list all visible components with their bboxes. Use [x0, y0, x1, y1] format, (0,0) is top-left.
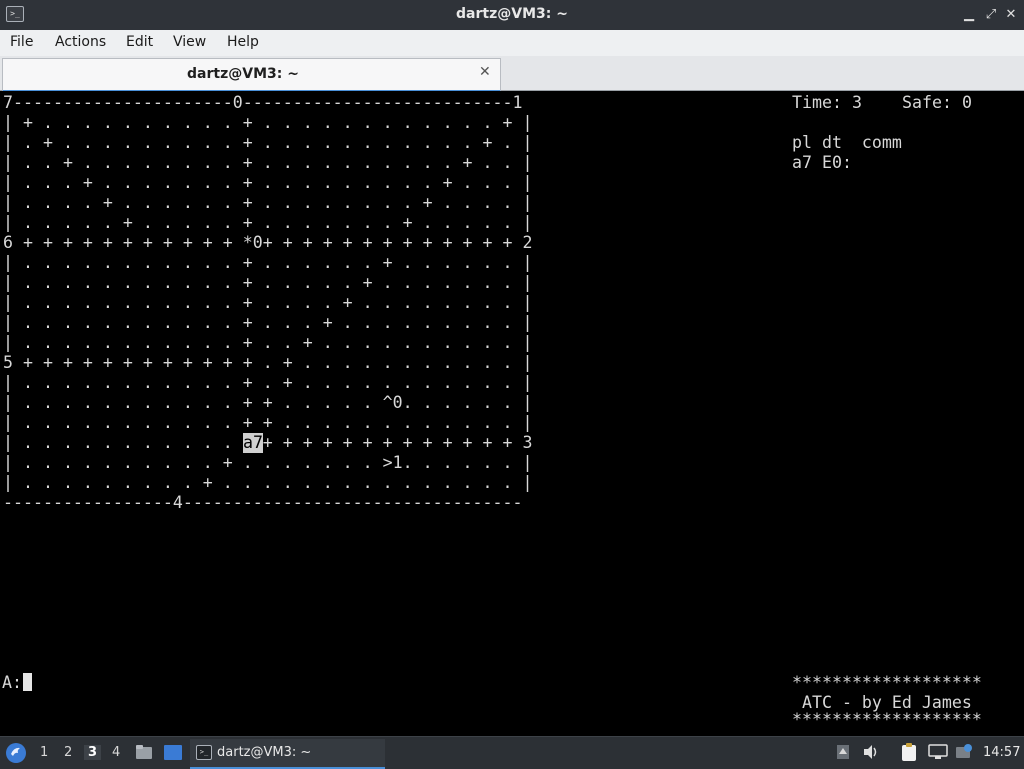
- radar-line: | . . . . . . . . . . . + + . . . . . . …: [3, 413, 533, 432]
- text-cursor: [23, 673, 32, 691]
- up-arrow-icon[interactable]: [836, 744, 850, 760]
- menu-edit[interactable]: Edit: [126, 34, 153, 50]
- radar-line: | . . . + . . . . . . . + . . . . . . . …: [3, 173, 533, 192]
- menu-help[interactable]: Help: [227, 34, 259, 50]
- credits-border-bottom: *******************: [792, 710, 982, 729]
- credits-border-top: *******************: [792, 673, 982, 692]
- radar-line: 6 + + + + + + + + + + + *0+ + + + + + + …: [3, 233, 533, 252]
- workspace-2[interactable]: 2: [64, 745, 72, 760]
- tab-terminal[interactable]: dartz@VM3: ~ ✕: [2, 58, 501, 92]
- terminal-icon: >_: [196, 745, 212, 760]
- time-value: 3: [852, 93, 862, 112]
- radar-line: | + . . . . . . . . . . + . . . . . . . …: [3, 113, 533, 132]
- workspace-1[interactable]: 1: [40, 745, 48, 760]
- minimize-icon[interactable]: ▁: [960, 6, 978, 24]
- menubar: File Actions Edit View Help: [0, 30, 1024, 56]
- radar-line: -----------------4----------------------…: [3, 493, 523, 512]
- taskbar: 1 2 3 4 >_ dartz@VM3: ~ 14:57: [0, 736, 1024, 769]
- radar-line: | . . . . . . . . . . + . . . . . . . >1…: [3, 453, 533, 472]
- radar-line: | . . . . + . . . . . . + . . . . . . . …: [3, 193, 533, 212]
- radar-line: | . . . . . . . . . . . + . . . . . + . …: [3, 273, 533, 292]
- radar-line: | . . . . . . . . . . . + . + . . . . . …: [3, 373, 533, 392]
- radar-line: 7----------------------0----------------…: [3, 93, 523, 112]
- radar-line: | . . . . . . . . . . . + . . . + . . . …: [3, 313, 533, 332]
- file-manager-icon[interactable]: [135, 743, 153, 761]
- window-titlebar[interactable]: >_ dartz@VM3: ~ ▁ ⤢ ✕: [0, 0, 1024, 30]
- network-icon[interactable]: [928, 744, 948, 760]
- plane-table-header: pl dt comm: [792, 133, 902, 152]
- show-desktop-icon[interactable]: [163, 744, 183, 761]
- radar-line: | . . . . . . . . . . . + . . . . . . + …: [3, 253, 533, 272]
- workspace-4[interactable]: 4: [112, 745, 120, 760]
- menu-actions[interactable]: Actions: [55, 34, 106, 50]
- taskbar-window-label: dartz@VM3: ~: [217, 745, 312, 760]
- radar-line: | . . . . . . . . . . . + + . . . . . ^0…: [3, 393, 533, 412]
- radar-line: | . . . . . . . . . . . + . . + . . . . …: [3, 333, 533, 352]
- time-label: Time:: [792, 93, 842, 112]
- tab-strip: dartz@VM3: ~ ✕: [0, 56, 1024, 92]
- radar-line: | . . + . . . . . . . . + . . . . . . . …: [3, 153, 533, 172]
- radar-line: | . . . . . . . . . . . a7+ + + + + + + …: [3, 433, 533, 452]
- start-menu-icon[interactable]: [5, 742, 27, 764]
- maximize-icon[interactable]: ⤢: [982, 6, 1000, 24]
- terminal-area[interactable]: 7----------------------0----------------…: [0, 91, 1024, 736]
- taskbar-window-button[interactable]: >_ dartz@VM3: ~: [190, 739, 385, 769]
- clipboard-icon[interactable]: [900, 742, 918, 762]
- menu-file[interactable]: File: [10, 34, 33, 50]
- tab-label: dartz@VM3: ~: [187, 66, 299, 82]
- workspace-3[interactable]: 3: [84, 745, 102, 760]
- selected-plane[interactable]: a7: [243, 433, 263, 453]
- command-prompt: A:: [2, 673, 22, 692]
- safe-value: 0: [962, 93, 972, 112]
- radar-line: | . + . . . . . . . . . + . . . . . . . …: [3, 133, 533, 152]
- window-title: dartz@VM3: ~: [456, 6, 568, 22]
- close-tab-icon[interactable]: ✕: [479, 64, 491, 80]
- radar-line: | . . . . . + . . . . . + . . . . . . . …: [3, 213, 533, 232]
- plane-table-row: a7 E0:: [792, 153, 852, 172]
- notification-icon[interactable]: [955, 743, 973, 761]
- radar-line: 5 + + + + + + + + + + + + . + . . . . . …: [3, 353, 533, 372]
- safe-label: Safe:: [902, 93, 952, 112]
- menu-view[interactable]: View: [173, 34, 206, 50]
- clock[interactable]: 14:57: [983, 745, 1020, 760]
- radar-line: | . . . . . . . . . . . + . . . . + . . …: [3, 293, 533, 312]
- close-icon[interactable]: ✕: [1002, 6, 1020, 24]
- volume-icon[interactable]: [862, 744, 880, 760]
- radar-line: | . . . . . . . . . + . . . . . . . . . …: [3, 473, 533, 492]
